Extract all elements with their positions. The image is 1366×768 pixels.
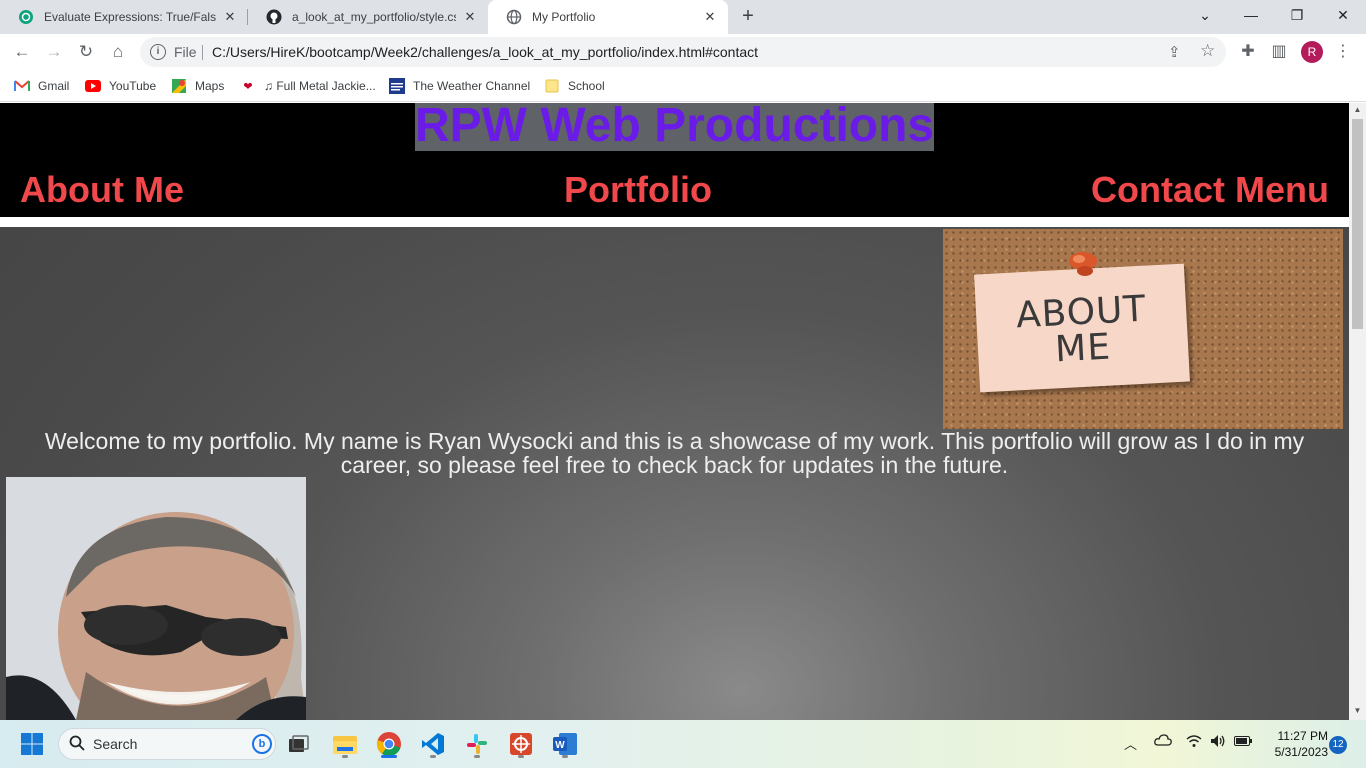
search-icon bbox=[69, 735, 85, 756]
bookmark-label: ♫ Full Metal Jackie... bbox=[264, 79, 376, 93]
address-bar[interactable]: i File C:/Users/HireK/bootcamp/Week2/cha… bbox=[140, 37, 1226, 67]
header-divider bbox=[0, 217, 1349, 227]
maps-icon bbox=[171, 78, 187, 94]
browser-tab-strip: Evaluate Expressions: True/False ✕ a_loo… bbox=[0, 0, 1366, 34]
bookmark-star-icon[interactable]: ☆ bbox=[1200, 41, 1215, 61]
browser-toolbar: ← → ↻ ⌂ i File C:/Users/HireK/bootcamp/W… bbox=[0, 34, 1366, 70]
forward-icon[interactable]: → bbox=[42, 40, 66, 64]
browser-tab[interactable]: a_look_at_my_portfolio/style.css ✕ bbox=[248, 0, 488, 34]
clock-date: 5/31/2023 bbox=[1274, 745, 1328, 759]
bookmark-label: School bbox=[568, 79, 605, 93]
push-pin-icon bbox=[1069, 252, 1097, 276]
restore-button[interactable]: ❐ bbox=[1274, 0, 1320, 30]
gmail-icon bbox=[14, 78, 30, 94]
youtube-icon bbox=[85, 78, 101, 94]
windows-start-icon[interactable] bbox=[16, 728, 48, 760]
browser-tab[interactable]: Evaluate Expressions: True/False ✕ bbox=[0, 0, 248, 34]
reload-icon[interactable]: ↻ bbox=[74, 40, 98, 64]
chevron-up-icon[interactable]: ︿ bbox=[1124, 734, 1137, 753]
page-scrollbar[interactable]: ▲ ▼ bbox=[1349, 103, 1366, 720]
bookmark-folder-school[interactable]: School bbox=[544, 76, 605, 96]
active-indicator bbox=[381, 755, 397, 758]
system-clock[interactable]: 11:27 PM 5/31/2023 bbox=[1258, 728, 1328, 760]
bookmark-gmail[interactable]: Gmail bbox=[14, 76, 69, 96]
profile-photo bbox=[6, 477, 306, 720]
running-indicator bbox=[430, 755, 436, 758]
task-view-icon[interactable] bbox=[283, 728, 315, 760]
running-indicator bbox=[562, 755, 568, 758]
vscode-icon[interactable] bbox=[417, 728, 449, 760]
scrollbar-thumb[interactable] bbox=[1352, 119, 1363, 329]
taskbar-search[interactable]: Search b bbox=[58, 728, 276, 760]
bookmarks-bar: Gmail YouTube Maps ❤ ♫ Full Metal Jackie… bbox=[0, 70, 1366, 102]
close-tab-icon[interactable]: ✕ bbox=[702, 9, 718, 25]
search-placeholder: Search bbox=[93, 736, 138, 752]
page-viewport: RPW Web Productions About Me Portfolio C… bbox=[0, 103, 1349, 720]
running-indicator bbox=[342, 755, 348, 758]
slack-icon[interactable] bbox=[461, 728, 493, 760]
about-me-image: ABOUT ME bbox=[943, 229, 1343, 429]
close-window-button[interactable]: ✕ bbox=[1320, 0, 1366, 30]
bookmark-youtube[interactable]: YouTube bbox=[85, 76, 156, 96]
about-image-text: ABOUT ME bbox=[1015, 288, 1148, 371]
scroll-down-icon[interactable]: ▼ bbox=[1349, 704, 1366, 718]
word-icon[interactable]: W bbox=[549, 728, 581, 760]
browser-tab-active[interactable]: My Portfolio ✕ bbox=[488, 0, 728, 34]
windows-taskbar: Search b W ︿ 11:27 PM 5/31/2023 12 bbox=[0, 720, 1366, 768]
onedrive-icon[interactable] bbox=[1154, 734, 1172, 749]
battery-icon[interactable] bbox=[1234, 734, 1252, 749]
divider bbox=[202, 45, 203, 60]
tab-title: Evaluate Expressions: True/False bbox=[44, 10, 216, 24]
nav-link-portfolio[interactable]: Portfolio bbox=[564, 169, 712, 211]
svg-text:W: W bbox=[555, 740, 565, 751]
clock-time: 11:27 PM bbox=[1277, 729, 1328, 743]
volume-icon[interactable] bbox=[1210, 734, 1226, 751]
url-text[interactable]: C:/Users/HireK/bootcamp/Week2/challenges… bbox=[212, 44, 758, 60]
running-indicator bbox=[474, 755, 480, 758]
close-tab-icon[interactable]: ✕ bbox=[462, 9, 478, 25]
folder-icon bbox=[544, 78, 560, 94]
bing-icon[interactable]: b bbox=[252, 734, 272, 754]
scroll-up-icon[interactable]: ▲ bbox=[1349, 103, 1366, 117]
weather-channel-icon bbox=[389, 78, 405, 94]
extensions-icon[interactable]: ✚ bbox=[1237, 41, 1259, 63]
tab-title: a_look_at_my_portfolio/style.css bbox=[292, 10, 456, 24]
github-icon bbox=[266, 9, 282, 25]
bookmark-label: Gmail bbox=[38, 79, 70, 93]
close-tab-icon[interactable]: ✕ bbox=[222, 9, 238, 25]
brand-title: RPW Web Productions bbox=[415, 103, 935, 152]
home-icon[interactable]: ⌂ bbox=[106, 40, 130, 64]
bookmark-weather-channel[interactable]: The Weather Channel bbox=[389, 76, 530, 96]
new-tab-button[interactable]: + bbox=[737, 5, 759, 27]
tab-search-chevron-icon[interactable]: ⌄ bbox=[1182, 0, 1228, 30]
tab-title: My Portfolio bbox=[532, 10, 596, 24]
chrome-icon[interactable] bbox=[373, 728, 405, 760]
welcome-text: Welcome to my portfolio. My name is Ryan… bbox=[44, 428, 1305, 478]
running-indicator bbox=[518, 755, 524, 758]
nav-link-contact-menu[interactable]: Contact Menu bbox=[1091, 169, 1329, 211]
kebab-menu-icon[interactable]: ⋮ bbox=[1332, 41, 1354, 63]
url-scheme-label: File bbox=[174, 44, 197, 60]
notification-badge[interactable]: 12 bbox=[1329, 736, 1347, 754]
profile-avatar[interactable]: R bbox=[1301, 41, 1323, 63]
side-panel-icon[interactable]: ▥ bbox=[1268, 41, 1290, 63]
share-icon[interactable]: ⇪ bbox=[1168, 43, 1181, 61]
sticky-note: ABOUT ME bbox=[974, 263, 1190, 393]
site-header: RPW Web Productions About Me Portfolio C… bbox=[0, 103, 1349, 217]
chatgpt-icon bbox=[18, 9, 34, 25]
app-icon[interactable] bbox=[505, 728, 537, 760]
site-info-icon[interactable]: i bbox=[150, 44, 166, 60]
wifi-icon[interactable] bbox=[1186, 734, 1202, 751]
minimize-button[interactable]: — bbox=[1228, 0, 1274, 30]
bookmark-full-metal-jackie[interactable]: ❤ ♫ Full Metal Jackie... bbox=[240, 76, 376, 96]
iheart-icon: ❤ bbox=[243, 80, 253, 93]
back-icon[interactable]: ← bbox=[10, 40, 34, 64]
bookmark-label: The Weather Channel bbox=[413, 79, 531, 93]
nav-link-about-me[interactable]: About Me bbox=[20, 169, 184, 211]
bookmark-label: Maps bbox=[195, 79, 225, 93]
bookmark-maps[interactable]: Maps bbox=[171, 76, 224, 96]
bookmark-label: YouTube bbox=[109, 79, 157, 93]
globe-icon bbox=[506, 9, 522, 25]
file-explorer-icon[interactable] bbox=[329, 728, 361, 760]
